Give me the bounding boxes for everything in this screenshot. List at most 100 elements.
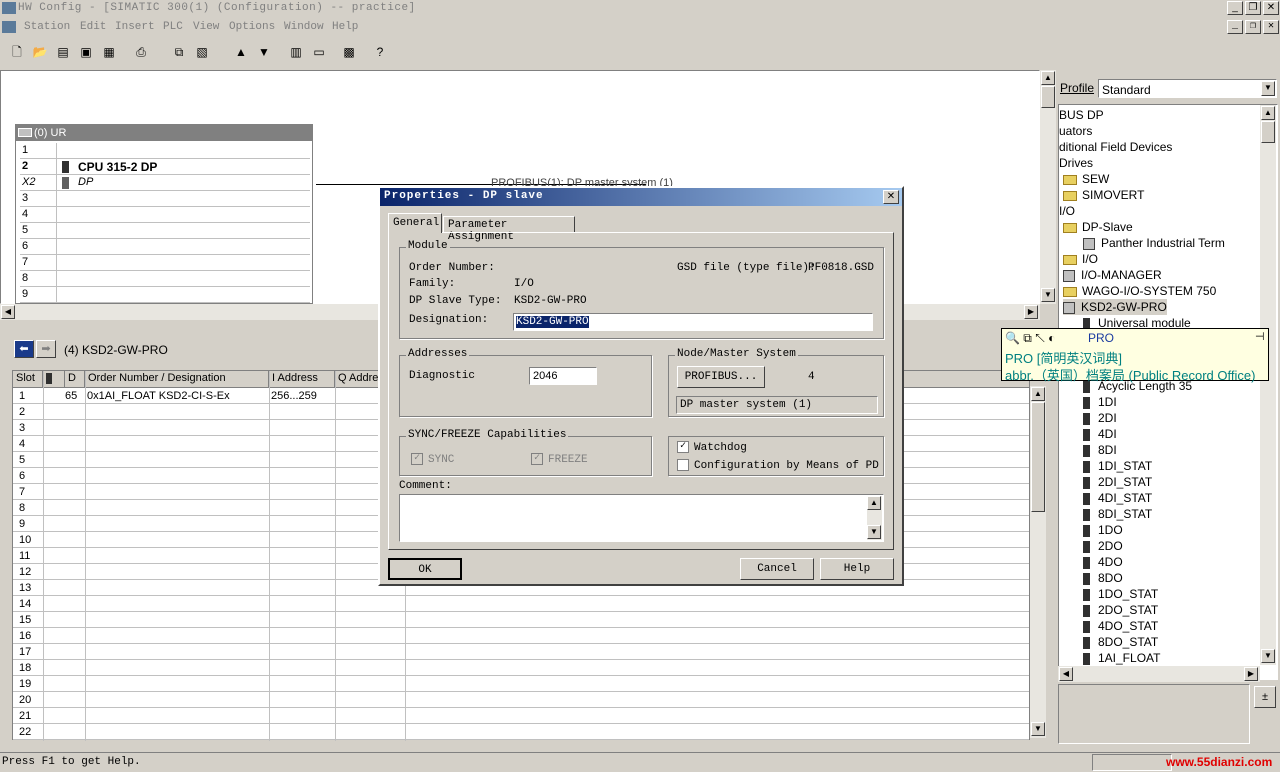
scroll-left-icon[interactable]: ◀ — [1, 305, 15, 319]
catalog-module-item[interactable]: 8DO_STAT — [1083, 634, 1158, 650]
table-row[interactable]: 17 — [13, 644, 1029, 660]
tree-item[interactable]: I/O — [1063, 251, 1098, 267]
table-row[interactable]: 20 — [13, 692, 1029, 708]
help-button[interactable]: Help — [820, 558, 894, 580]
comment-field[interactable]: ▲ ▼ — [399, 494, 884, 542]
doc-close-icon[interactable]: ✕ — [1263, 20, 1279, 34]
ok-button[interactable]: OK — [388, 558, 462, 580]
compile-icon[interactable]: ▦ — [98, 42, 120, 64]
menu-options[interactable]: Options — [229, 21, 275, 33]
profibus-button[interactable]: PROFIBUS... — [677, 366, 765, 388]
magnifier-icon[interactable]: 🔍 — [1005, 331, 1020, 345]
scroll-up-icon[interactable]: ▲ — [867, 496, 881, 510]
catalog-module-item[interactable]: 1DO_STAT — [1083, 586, 1158, 602]
new-icon[interactable]: 🗋 — [6, 42, 28, 64]
menu-help[interactable]: Help — [332, 21, 358, 33]
rack-slot-row[interactable]: X2 DP — [20, 175, 310, 191]
catalog-vscroll[interactable]: ▲ ▼ — [1260, 105, 1276, 665]
tree-item[interactable]: I/O — [1059, 203, 1075, 219]
catalog-module-item[interactable]: 8DI — [1083, 442, 1117, 458]
catalog-hscroll[interactable]: ◀ ▶ — [1058, 666, 1260, 682]
tree-item[interactable]: BUS DP — [1059, 107, 1104, 123]
rack-slot-row[interactable]: 5 — [20, 223, 310, 239]
restore-icon[interactable]: ❐ — [1245, 1, 1261, 15]
col-slot[interactable]: Slot — [13, 371, 43, 387]
catalog-module-item[interactable]: 2DI_STAT — [1083, 474, 1152, 490]
scroll-up-icon[interactable]: ▲ — [1031, 387, 1045, 401]
catalog-module-item[interactable]: 4DI — [1083, 426, 1117, 442]
col-order[interactable]: Order Number / Designation — [85, 371, 269, 387]
rack-slot-row[interactable]: 8 — [20, 271, 310, 287]
info-toggle-icon[interactable]: ± — [1254, 686, 1276, 708]
open-icon[interactable]: 📂 — [29, 42, 51, 64]
pointer-icon[interactable]: ↖ — [1035, 331, 1045, 345]
scroll-thumb[interactable] — [1031, 402, 1045, 512]
table-row[interactable]: 21 — [13, 708, 1029, 724]
cancel-button[interactable]: Cancel — [740, 558, 814, 580]
catalog-module-item[interactable]: 2DI — [1083, 410, 1117, 426]
doc-minimize-icon[interactable]: _ — [1227, 20, 1243, 34]
doc-restore-icon[interactable]: ❐ — [1245, 20, 1261, 34]
menu-view[interactable]: View — [193, 21, 219, 33]
table-row[interactable]: 19 — [13, 676, 1029, 692]
menu-plc[interactable]: PLC — [163, 21, 183, 33]
tree-item[interactable]: SIMOVERT — [1063, 187, 1144, 203]
scroll-thumb[interactable] — [1261, 121, 1275, 143]
menu-edit[interactable]: Edit — [80, 21, 106, 33]
rack-slot-row[interactable]: 2 CPU 315-2 DP — [20, 159, 310, 175]
tree-item[interactable]: DP-Slave — [1063, 219, 1133, 235]
rack-slot-row[interactable]: 4 — [20, 207, 310, 223]
scroll-right-icon[interactable]: ▶ — [1244, 667, 1258, 681]
rack-slot-row[interactable]: 7 — [20, 255, 310, 271]
dropdown-arrow-icon[interactable]: ▼ — [1261, 81, 1275, 96]
rack[interactable]: (0) UR 1 2 CPU 315-2 DP X2 DP 3 4 5 6 7 8 9 — [15, 124, 313, 304]
diagnostic-field[interactable]: 2046 — [529, 367, 597, 385]
dialog-close-icon[interactable]: ✕ — [883, 190, 899, 204]
tree-item[interactable]: ditional Field Devices — [1059, 139, 1172, 155]
tab-parameter-assignment[interactable]: Parameter Assignment — [443, 216, 575, 243]
tree-item[interactable]: WAGO-I/O-SYSTEM 750 — [1063, 283, 1216, 299]
catalog-tree[interactable]: BUS DP uators ditional Field Devices Drives… — [1058, 104, 1278, 680]
catalog-module-item[interactable]: 8DO — [1083, 570, 1123, 586]
view-icon[interactable]: ▭ — [308, 42, 330, 64]
rack-slot-row[interactable]: 1 — [20, 143, 310, 159]
catalog-module-item[interactable]: 4DO — [1083, 554, 1123, 570]
catalog-module-item[interactable]: 1DO — [1083, 522, 1123, 538]
tree-item[interactable]: uators — [1059, 123, 1092, 139]
menu-insert[interactable]: Insert — [115, 21, 155, 33]
rack-slot-row[interactable]: 6 — [20, 239, 310, 255]
designation-field[interactable]: KSD2-GW-PRO — [513, 313, 873, 331]
table-row[interactable]: 18 — [13, 660, 1029, 676]
table-row[interactable]: 16 — [13, 628, 1029, 644]
help-context-icon[interactable]: ? — [369, 42, 391, 64]
back-arrow-icon[interactable]: ⬅ — [14, 340, 34, 358]
scroll-left-icon[interactable]: ◀ — [1059, 667, 1073, 681]
catalog-module-item[interactable]: 4DI_STAT — [1083, 490, 1152, 506]
scroll-right-icon[interactable]: ▶ — [1024, 305, 1038, 319]
tree-item[interactable]: Drives — [1059, 155, 1093, 171]
catalog-icon[interactable]: ▥ — [285, 42, 307, 64]
scroll-down-icon[interactable]: ▼ — [867, 525, 881, 539]
comment-vscroll[interactable]: ▲ ▼ — [867, 496, 882, 540]
scroll-down-icon[interactable]: ▼ — [1031, 722, 1045, 736]
tree-item[interactable]: SEW — [1063, 171, 1109, 187]
catalog-module-item[interactable]: 1DI — [1083, 394, 1117, 410]
tab-general[interactable]: General — [388, 213, 442, 233]
col-d[interactable]: D — [65, 371, 85, 387]
save-icon[interactable]: ▣ — [75, 42, 97, 64]
copy-icon[interactable]: ⧉ — [168, 42, 190, 64]
table-row[interactable]: 22 — [13, 724, 1029, 740]
scroll-up-icon[interactable]: ▲ — [1261, 106, 1275, 120]
menu-station[interactable]: Station — [24, 21, 70, 33]
network-icon[interactable]: ▩ — [338, 42, 360, 64]
close-icon[interactable]: ✕ — [1263, 1, 1279, 15]
catalog-module-item[interactable]: 1DI_STAT — [1083, 458, 1152, 474]
col-icon[interactable] — [43, 371, 65, 387]
lower-vscroll[interactable]: ▲ ▼ — [1030, 386, 1046, 738]
forward-arrow-icon[interactable]: ➡ — [36, 340, 56, 358]
copy-icon[interactable]: ⧉ — [1023, 331, 1032, 345]
scroll-down-icon[interactable]: ▼ — [1041, 288, 1055, 302]
table-row[interactable]: 15 — [13, 612, 1029, 628]
minimize-icon[interactable]: _ — [1227, 1, 1243, 15]
tree-item[interactable]: Panther Industrial Term — [1083, 235, 1225, 251]
